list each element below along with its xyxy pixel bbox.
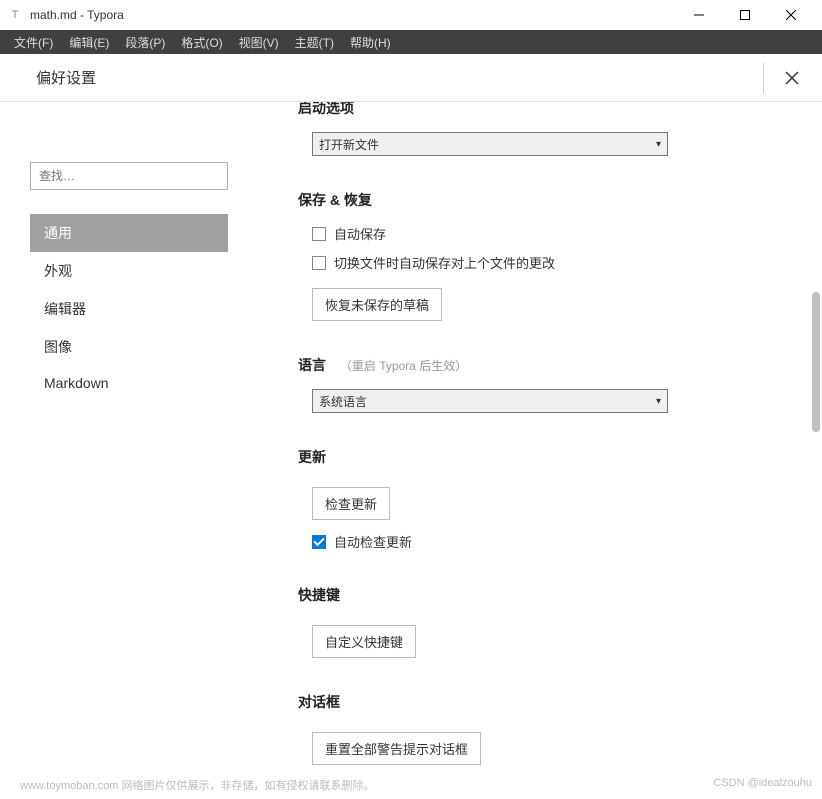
scrollbar-thumb[interactable] (812, 292, 820, 432)
section-language: 语言 （重启 Typora 后生效） 系统语言 ▾ (298, 355, 792, 413)
preferences-header: 偏好设置 (0, 54, 822, 102)
section-title-language: 语言 （重启 Typora 后生效） (298, 355, 792, 375)
section-title-save: 保存 & 恢复 (298, 190, 792, 210)
auto-check-update-label: 自动检查更新 (334, 532, 412, 551)
auto-check-update-checkbox[interactable] (312, 535, 326, 549)
menu-file[interactable]: 文件(F) (6, 32, 61, 53)
close-preferences-button[interactable] (782, 68, 802, 88)
check-update-button[interactable]: 检查更新 (312, 487, 390, 520)
language-select-value: 系统语言 (319, 393, 367, 410)
startup-select[interactable]: 打开新文件 ▾ (312, 132, 668, 156)
autosave-switch-checkbox[interactable] (312, 256, 326, 270)
section-title-dialog: 对话框 (298, 692, 792, 712)
preferences-body: 通用 外观 编辑器 图像 Markdown 启动选项 打开新文件 ▾ 保存 & … (0, 102, 822, 779)
section-title-update: 更新 (298, 447, 792, 467)
search-input[interactable] (30, 162, 228, 190)
sidebar-item-appearance[interactable]: 外观 (30, 252, 228, 290)
section-save-recover: 保存 & 恢复 自动保存 切换文件时自动保存对上个文件的更改 恢复未保存的草稿 (298, 190, 792, 321)
reset-dialogs-button[interactable]: 重置全部警告提示对话框 (312, 732, 481, 765)
section-shortcut: 快捷键 自定义快捷键 (298, 585, 792, 658)
preferences-title: 偏好设置 (36, 67, 96, 88)
app-icon: T (8, 8, 22, 22)
close-icon (784, 70, 800, 86)
language-select[interactable]: 系统语言 ▾ (312, 389, 668, 413)
sidebar-item-markdown[interactable]: Markdown (30, 366, 228, 400)
section-startup: 启动选项 打开新文件 ▾ (298, 102, 792, 156)
section-title-startup: 启动选项 (298, 102, 792, 118)
close-button[interactable] (768, 0, 814, 30)
chevron-down-icon: ▾ (656, 396, 661, 407)
window-controls (676, 0, 814, 30)
watermark-left: www.toymoban.com 网络图片仅供展示，非存储，如有侵权请联系删除。 (20, 777, 374, 793)
custom-shortcut-button[interactable]: 自定义快捷键 (312, 625, 416, 658)
preferences-content: 启动选项 打开新文件 ▾ 保存 & 恢复 自动保存 切换文件时自动保存对上个文件… (258, 102, 822, 779)
title-bar: T math.md - Typora (0, 0, 822, 30)
menu-bar: 文件(F) 编辑(E) 段落(P) 格式(O) 视图(V) 主题(T) 帮助(H… (0, 30, 822, 54)
menu-help[interactable]: 帮助(H) (342, 32, 399, 53)
menu-format[interactable]: 格式(O) (173, 32, 230, 53)
autosave-switch-label: 切换文件时自动保存对上个文件的更改 (334, 253, 555, 272)
section-title-shortcut: 快捷键 (298, 585, 792, 605)
watermark-right: CSDN @idealzouhu (713, 777, 812, 793)
section-update: 更新 检查更新 自动检查更新 (298, 447, 792, 551)
window-title: math.md - Typora (30, 8, 124, 22)
sidebar: 通用 外观 编辑器 图像 Markdown (0, 102, 258, 779)
section-dialog: 对话框 重置全部警告提示对话框 (298, 692, 792, 765)
menu-paragraph[interactable]: 段落(P) (117, 32, 173, 53)
recover-drafts-button[interactable]: 恢复未保存的草稿 (312, 288, 442, 321)
sidebar-item-image[interactable]: 图像 (30, 328, 228, 366)
divider (763, 63, 764, 93)
sidebar-item-general[interactable]: 通用 (30, 214, 228, 252)
menu-view[interactable]: 视图(V) (231, 32, 287, 53)
autosave-checkbox[interactable] (312, 227, 326, 241)
maximize-button[interactable] (722, 0, 768, 30)
menu-theme[interactable]: 主题(T) (287, 32, 342, 53)
startup-select-value: 打开新文件 (319, 136, 379, 153)
watermark: www.toymoban.com 网络图片仅供展示，非存储，如有侵权请联系删除。… (20, 777, 812, 793)
autosave-label: 自动保存 (334, 224, 386, 243)
sidebar-item-editor[interactable]: 编辑器 (30, 290, 228, 328)
language-hint: （重启 Typora 后生效） (340, 359, 467, 373)
chevron-down-icon: ▾ (656, 139, 661, 150)
minimize-button[interactable] (676, 0, 722, 30)
menu-edit[interactable]: 编辑(E) (61, 32, 117, 53)
